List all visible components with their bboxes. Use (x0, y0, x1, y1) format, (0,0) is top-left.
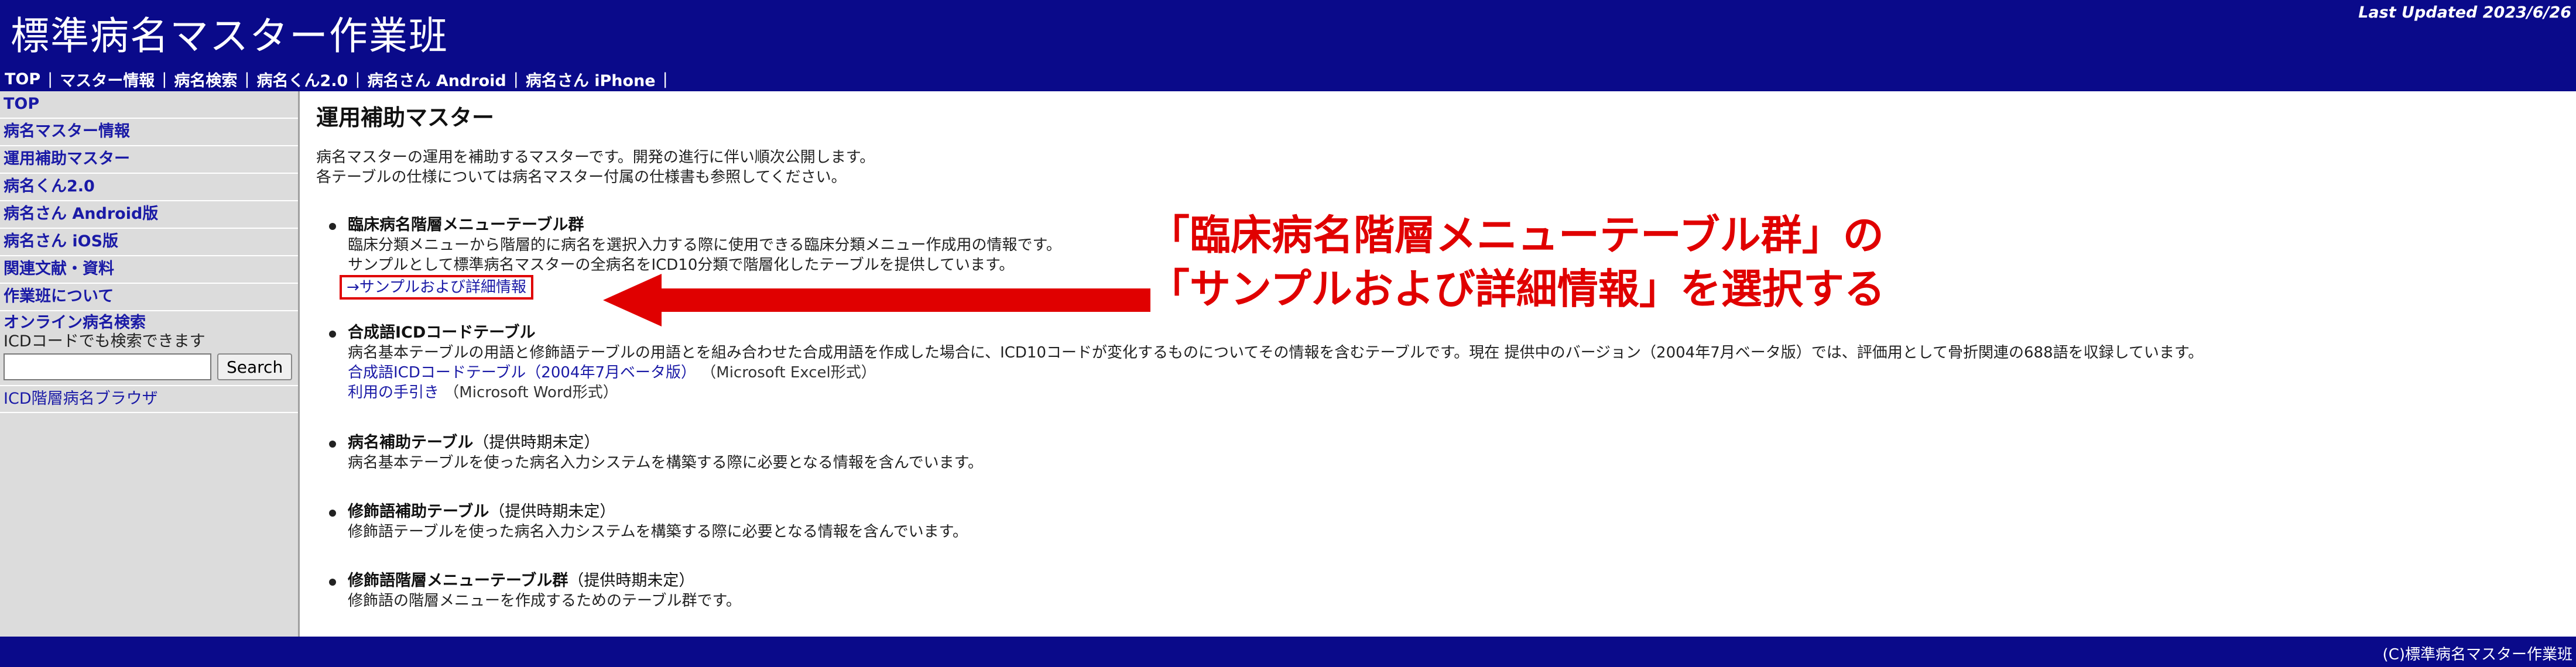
section-line: 臨床分類メニューから階層的に病名を選択入力する際に使用できる臨床分類メニュー作成… (348, 236, 1061, 254)
word-format-note: （Microsoft Word形式） (444, 384, 618, 401)
page-title: 運用補助マスター (316, 105, 495, 130)
section-status: （提供時期未定） (489, 503, 616, 521)
bullet-icon (329, 331, 336, 338)
section-modifier-menu: 修飾語階層メニューテーブル群（提供時期未定） 修飾語の階層メニューを作成するため… (329, 571, 741, 611)
bullet-icon (329, 510, 336, 517)
intro-line-1: 病名マスターの運用を補助するマスターです。開発の進行に伴い順次公開します。 (316, 149, 875, 166)
online-search-block: オンライン病名検索 ICDコードでも検索できます Search (0, 311, 298, 386)
section-line: 病名基本テーブルを使った病名入力システムを構築する際に必要となる情報を含んでいま… (348, 454, 983, 472)
sample-detail-link[interactable]: →サンプルおよび詳細情報 (340, 275, 534, 300)
section-title: 病名補助テーブル（提供時期未定） (348, 433, 983, 453)
section-line: 修飾語の階層メニューを作成するためのテーブル群です。 (348, 592, 741, 610)
sidebar: TOP 病名マスター情報 運用補助マスター 病名くん2.0 病名さん Andro… (0, 91, 300, 637)
section-title: 修飾語補助テーブル（提供時期未定） (348, 502, 968, 522)
sidebar-item-about[interactable]: 作業班について (0, 284, 298, 311)
sidebar-item-ios[interactable]: 病名さん iOS版 (0, 229, 298, 256)
section-status: （提供時期未定） (473, 434, 600, 452)
section-title: 修飾語階層メニューテーブル群（提供時期未定） (348, 571, 741, 591)
section-line: サンプルとして標準病名マスターの全病名をICD10分類で階層化したテーブルを提供… (348, 256, 1015, 274)
section-disease-aux: 病名補助テーブル（提供時期未定） 病名基本テーブルを使った病名入力システムを構築… (329, 433, 983, 473)
bullet-icon (329, 441, 336, 448)
online-search-note: ICDコードでも検索できます (4, 332, 205, 350)
topnav-master-info[interactable]: マスター情報 (60, 68, 155, 91)
site-title: 標準病名マスター作業班 (11, 13, 448, 59)
bullet-icon (329, 579, 336, 586)
topnav-iphone[interactable]: 病名さん iPhone (526, 68, 656, 91)
copyright-text: (C)標準病名マスター作業班 (2382, 646, 2572, 663)
topnav-disease-search[interactable]: 病名検索 (174, 68, 237, 91)
sidebar-item-android[interactable]: 病名さん Android版 (0, 201, 298, 229)
usage-guide-link[interactable]: 利用の手引き (348, 384, 439, 401)
section-link-row: 利用の手引き （Microsoft Word形式） (348, 383, 2203, 403)
sidebar-item-master-info[interactable]: 病名マスター情報 (0, 119, 298, 146)
section-title: 臨床病名階層メニューテーブル群 (348, 216, 584, 234)
main-content: 運用補助マスター 病名マスターの運用を補助するマスターです。開発の進行に伴い順次… (316, 91, 2570, 637)
section-title-text: 修飾語補助テーブル (348, 503, 489, 521)
bullet-icon (329, 223, 336, 230)
topnav-separator: | (662, 70, 668, 88)
section-title-text: 修飾語階層メニューテーブル群 (348, 572, 568, 590)
topnav-separator: | (47, 70, 53, 88)
section-line: 修飾語テーブルを使った病名入力システムを構築する際に必要となる情報を含んでいます… (348, 523, 968, 541)
topnav-top[interactable]: TOP (5, 70, 40, 88)
section-modifier-aux: 修飾語補助テーブル（提供時期未定） 修飾語テーブルを使った病名入力システムを構築… (329, 502, 968, 542)
search-row: Search (4, 353, 294, 380)
section-title-text: 病名補助テーブル (348, 434, 474, 452)
annotation-line-1: 「臨床病名階層メニューテーブル群」の (1149, 211, 1884, 259)
icd-browser-link[interactable]: ICD階層病名ブラウザ (0, 386, 298, 413)
section-line: 病名基本テーブルの用語と修飾語テーブルの用語とを組み合わせた合成用語を作成した場… (348, 344, 2204, 362)
top-nav: TOP | マスター情報 | 病名検索 | 病名くん2.0 | 病名さん And… (0, 67, 2576, 91)
composite-icd-table-link[interactable]: 合成語ICDコードテーブル（2004年7月ベータ版） (348, 364, 696, 381)
section-composite-icd: 合成語ICDコードテーブル 病名基本テーブルの用語と修飾語テーブルの用語とを組み… (329, 323, 2204, 403)
topnav-separator: | (162, 70, 167, 88)
topnav-separator: | (244, 70, 250, 88)
search-button[interactable]: Search (217, 353, 293, 380)
site-footer: (C)標準病名マスター作業班 (0, 637, 2576, 667)
search-input[interactable] (4, 353, 211, 380)
topnav-byomeikun[interactable]: 病名くん2.0 (257, 68, 348, 91)
sidebar-item-byomeikun[interactable]: 病名くん2.0 (0, 174, 298, 201)
section-link-row: 合成語ICDコードテーブル（2004年7月ベータ版） （Microsoft Ex… (348, 363, 2203, 383)
last-updated-text: Last Updated 2023/6/26 (2358, 4, 2571, 22)
red-arrow-icon (603, 274, 1150, 326)
topnav-separator: | (513, 70, 519, 88)
intro-line-2: 各テーブルの仕様については病名マスター付属の仕様書も参照してください。 (316, 169, 847, 186)
excel-format-note: （Microsoft Excel形式） (701, 364, 876, 381)
sidebar-item-references[interactable]: 関連文献・資料 (0, 256, 298, 284)
sidebar-item-support-master[interactable]: 運用補助マスター (0, 146, 298, 174)
section-status: （提供時期未定） (568, 572, 695, 590)
site-header: 標準病名マスター作業班 Last Updated 2023/6/26 (0, 0, 2576, 67)
sidebar-item-top[interactable]: TOP (0, 91, 298, 119)
topnav-android[interactable]: 病名さん Android (367, 68, 506, 91)
topnav-separator: | (355, 70, 361, 88)
annotation-text: 「臨床病名階層メニューテーブル群」の 「サンプルおよび詳細情報」を選択する (1149, 208, 1885, 316)
online-search-title[interactable]: オンライン病名検索 (4, 314, 294, 332)
annotation-line-2: 「サンプルおよび詳細情報」を選択する (1149, 265, 1885, 313)
